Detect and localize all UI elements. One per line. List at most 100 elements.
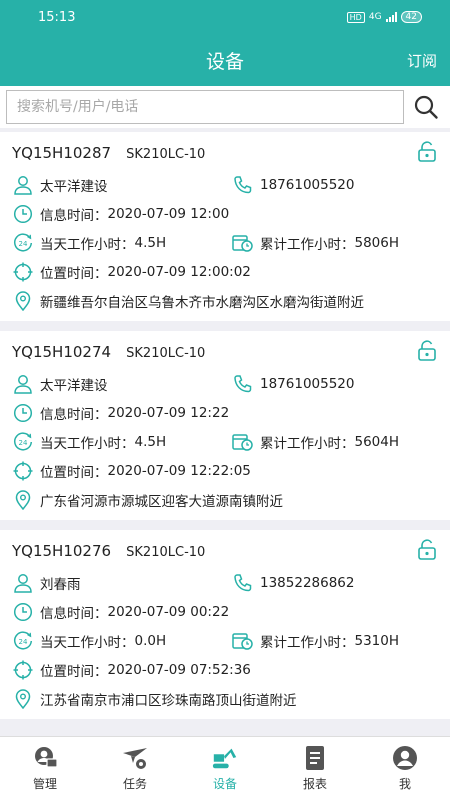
network-type: 4G (368, 12, 382, 22)
24h-icon: 24 (12, 431, 34, 453)
subscribe-button[interactable]: 订阅 (407, 50, 437, 71)
tab-report[interactable]: 报表 (270, 737, 360, 800)
device-card[interactable]: YQ15H10287 SK210LC-10 太平洋建设 18761005520 … (0, 132, 450, 321)
total-hours-label: 累计工作小时： (260, 435, 355, 452)
info-time-value: 2020-07-09 12:22 (107, 404, 230, 421)
today-hours-value: 0.0H (134, 632, 167, 649)
phone-icon (232, 174, 254, 196)
report-icon (301, 745, 329, 771)
svg-text:24: 24 (19, 439, 28, 447)
owner-phone[interactable]: 18761005520 (260, 376, 354, 392)
address: 江苏省南京市浦口区珍珠南路顶山街道附近 (40, 692, 297, 709)
info-time-value: 2020-07-09 00:22 (107, 603, 230, 620)
unlock-icon[interactable] (416, 141, 438, 163)
owner-name: 太平洋建设 (40, 377, 108, 394)
position-time-label: 位置时间： (40, 663, 108, 680)
signal-icon (385, 12, 397, 22)
owner-name: 太平洋建设 (40, 178, 108, 195)
position-time-value: 2020-07-09 12:22:05 (107, 462, 251, 479)
device-card[interactable]: YQ15H10276 SK210LC-10 刘春雨 13852286862 信息… (0, 530, 450, 719)
unlock-icon[interactable] (416, 539, 438, 561)
today-hours-label: 当天工作小时： (40, 236, 135, 253)
position-time-label: 位置时间： (40, 265, 108, 282)
tab-manage[interactable]: 管理 (0, 737, 90, 800)
app-header: 设备 订阅 (0, 34, 450, 86)
clock-icon (12, 601, 34, 623)
clock-icon (12, 203, 34, 225)
battery-icon: 42 (400, 11, 422, 23)
tab-report-label: 报表 (302, 777, 327, 791)
today-hours-label: 当天工作小时： (40, 634, 135, 651)
calendar-clock-icon (232, 630, 254, 652)
info-time-value: 2020-07-09 12:00 (107, 205, 230, 222)
calendar-clock-icon (232, 232, 254, 254)
search-icon (414, 95, 438, 119)
total-hours-label: 累计工作小时： (260, 634, 355, 651)
machine-number: YQ15H10274 (12, 342, 112, 361)
hd-badge: HD (346, 11, 365, 23)
machine-model: SK210LC-10 (126, 345, 206, 361)
page-title: 设备 (205, 50, 244, 73)
search-button[interactable] (408, 90, 444, 124)
crosshair-icon (12, 659, 34, 681)
status-time: 15:13 (38, 9, 76, 25)
address: 广东省河源市源城区迎客大道源南镇附近 (40, 493, 283, 510)
position-time-value: 2020-07-09 12:00:02 (107, 263, 251, 280)
machine-number: YQ15H10276 (12, 541, 112, 560)
device-card[interactable]: YQ15H10274 SK210LC-10 太平洋建设 18761005520 … (0, 331, 450, 520)
owner-name: 刘春雨 (40, 576, 81, 593)
total-hours-value: 5310H (354, 632, 400, 649)
search-bar (0, 86, 450, 128)
status-indicators: HD 4G 42 (346, 11, 422, 23)
user-icon (12, 174, 34, 196)
tab-manage-label: 管理 (32, 777, 57, 791)
24h-icon: 24 (12, 630, 34, 652)
clock-icon (12, 402, 34, 424)
user-icon (12, 373, 34, 395)
manage-icon (31, 745, 59, 771)
task-icon (121, 745, 149, 771)
total-hours-value: 5806H (354, 234, 400, 251)
phone-icon (232, 373, 254, 395)
search-input[interactable] (6, 90, 405, 124)
location-pin-icon (12, 489, 34, 511)
tab-task-label: 任务 (122, 777, 147, 791)
total-hours-label: 累计工作小时： (260, 236, 355, 253)
user-icon (12, 572, 34, 594)
info-time-label: 信息时间： (40, 605, 108, 622)
total-hours-value: 5604H (354, 433, 400, 450)
address: 新疆维吾尔自治区乌鲁木齐市水磨沟区水磨沟街道附近 (40, 294, 364, 311)
phone-icon (232, 572, 254, 594)
position-time-label: 位置时间： (40, 464, 108, 481)
tab-device[interactable]: 设备 (180, 737, 270, 800)
location-pin-icon (12, 290, 34, 312)
info-time-label: 信息时间： (40, 406, 108, 423)
location-pin-icon (12, 688, 34, 710)
today-hours-label: 当天工作小时： (40, 435, 135, 452)
crosshair-icon (12, 261, 34, 283)
calendar-clock-icon (232, 431, 254, 453)
profile-icon (391, 745, 419, 771)
machine-number: YQ15H10287 (12, 143, 112, 162)
status-bar: 15:13 HD 4G 42 (0, 0, 450, 34)
machine-model: SK210LC-10 (126, 146, 206, 162)
today-hours-value: 4.5H (134, 234, 167, 251)
crosshair-icon (12, 460, 34, 482)
machine-model: SK210LC-10 (126, 544, 206, 560)
device-list: YQ15H10287 SK210LC-10 太平洋建设 18761005520 … (0, 128, 450, 736)
owner-phone[interactable]: 18761005520 (260, 177, 354, 193)
bottom-tab-bar: 管理 任务 设备 报表 我 (0, 736, 450, 800)
tab-me-label: 我 (398, 777, 411, 791)
excavator-icon (211, 745, 239, 771)
tab-device-label: 设备 (212, 777, 237, 791)
today-hours-value: 4.5H (134, 433, 167, 450)
tab-me[interactable]: 我 (360, 737, 450, 800)
position-time-value: 2020-07-09 07:52:36 (107, 661, 251, 678)
unlock-icon[interactable] (416, 340, 438, 362)
tab-task[interactable]: 任务 (90, 737, 180, 800)
24h-icon: 24 (12, 232, 34, 254)
svg-text:24: 24 (19, 240, 28, 248)
owner-phone[interactable]: 13852286862 (260, 575, 354, 591)
info-time-label: 信息时间： (40, 207, 108, 224)
svg-text:24: 24 (19, 638, 28, 646)
